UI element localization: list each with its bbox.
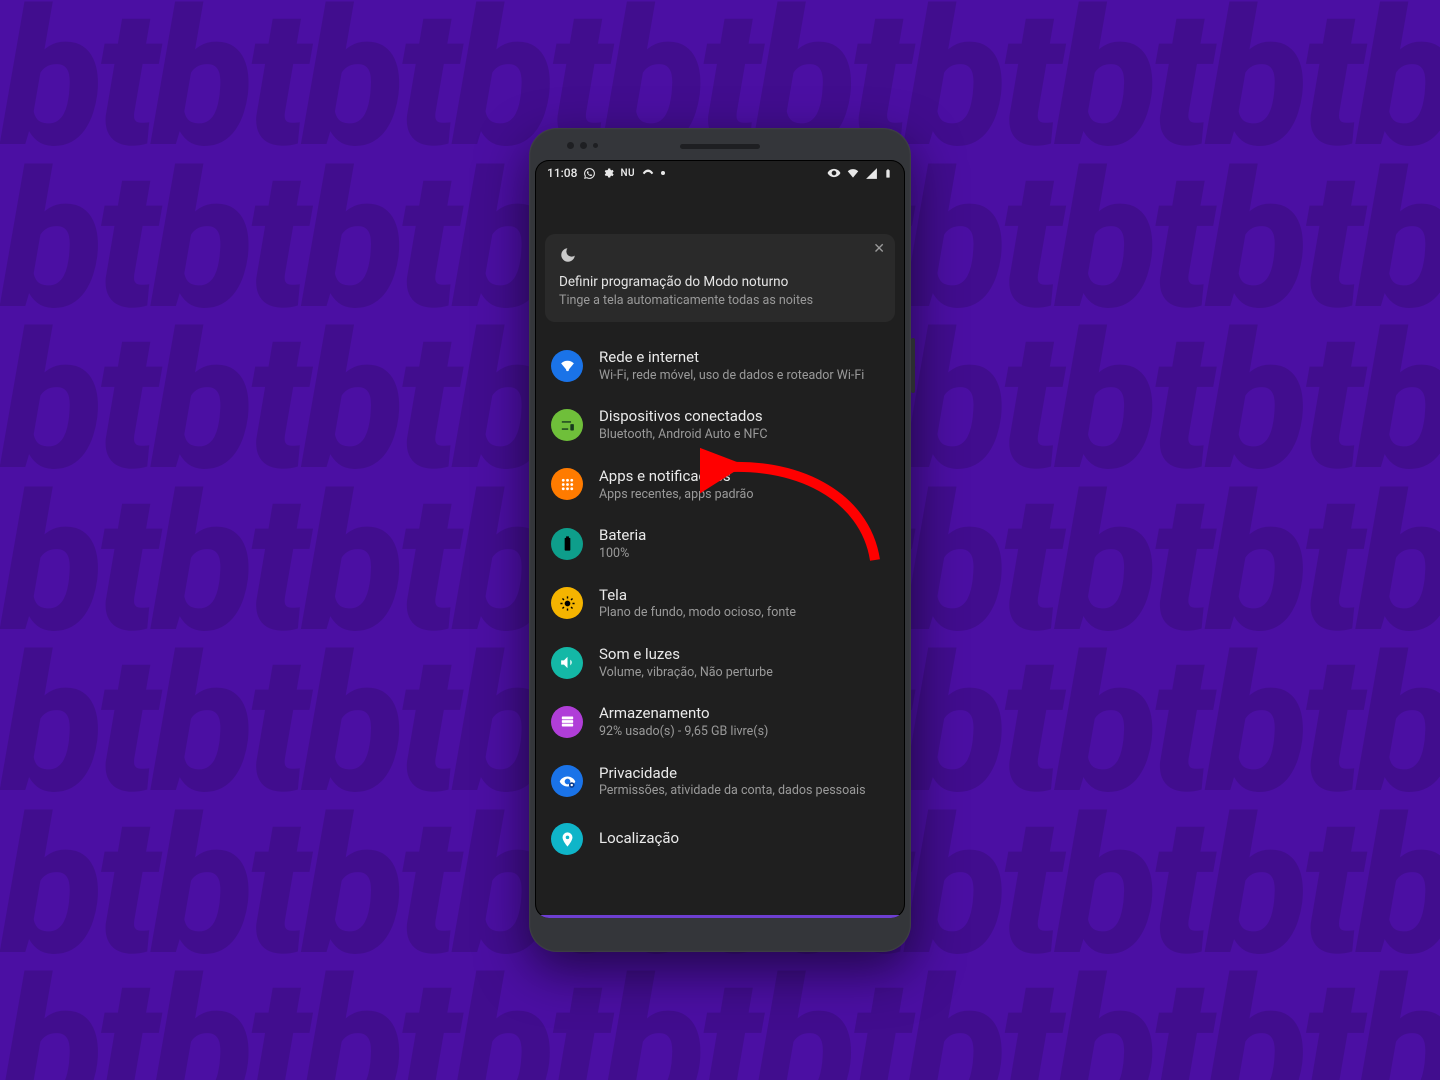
- item-apps[interactable]: Apps e notificações Apps recentes, apps …: [535, 455, 905, 514]
- item-subtitle: Wi-Fi, rede móvel, uso de dados e rotead…: [599, 368, 864, 384]
- item-title: Bateria: [599, 526, 646, 545]
- night-mode-subtitle: Tinge a tela automaticamente todas as no…: [559, 293, 881, 308]
- item-title: Localização: [599, 829, 679, 848]
- item-title: Privacidade: [599, 764, 866, 783]
- item-title: Apps e notificações: [599, 467, 753, 486]
- item-storage[interactable]: Armazenamento 92% usado(s) - 9,65 GB liv…: [535, 692, 905, 751]
- battery-icon: [883, 166, 893, 181]
- status-bar: 11:08 NU: [535, 160, 905, 186]
- item-network[interactable]: Rede e internet Wi-Fi, rede móvel, uso d…: [535, 336, 905, 395]
- item-title: Armazenamento: [599, 704, 768, 723]
- eye-icon: [827, 166, 841, 180]
- item-subtitle: Volume, vibração, Não perturbe: [599, 665, 773, 681]
- battery-round-icon: [551, 528, 583, 560]
- item-subtitle: Apps recentes, apps padrão: [599, 487, 753, 503]
- item-title: Rede e internet: [599, 348, 864, 367]
- item-title: Dispositivos conectados: [599, 407, 768, 426]
- apps-icon: [551, 468, 583, 500]
- whatsapp-icon: [583, 167, 596, 180]
- wifi-icon: [846, 166, 860, 180]
- phone-screen: 11:08 NU ✕ Definir p: [535, 160, 905, 918]
- item-location[interactable]: Localização: [535, 811, 905, 859]
- item-subtitle: 100%: [599, 546, 646, 562]
- nav-bar-accent: [535, 915, 905, 918]
- location-icon: [551, 823, 583, 855]
- item-display[interactable]: Tela Plano de fundo, modo ocioso, fonte: [535, 574, 905, 633]
- signal-icon: [865, 167, 878, 180]
- item-devices[interactable]: Dispositivos conectados Bluetooth, Andro…: [535, 395, 905, 454]
- storage-icon: [551, 706, 583, 738]
- item-subtitle: 92% usado(s) - 9,65 GB livre(s): [599, 724, 768, 740]
- devices-icon: [551, 409, 583, 441]
- sound-icon: [551, 647, 583, 679]
- nu-indicator: NU: [620, 168, 635, 179]
- item-privacy[interactable]: Privacidade Permissões, atividade da con…: [535, 752, 905, 811]
- settings-small-icon: [602, 167, 614, 179]
- carrier-icon: [641, 166, 655, 180]
- close-icon[interactable]: ✕: [873, 242, 885, 256]
- item-sound[interactable]: Som e luzes Volume, vibração, Não pertur…: [535, 633, 905, 692]
- moon-icon: [559, 246, 577, 264]
- brightness-icon: [551, 587, 583, 619]
- item-subtitle: Bluetooth, Android Auto e NFC: [599, 427, 768, 443]
- wifi-round-icon: [551, 350, 583, 382]
- privacy-icon: [551, 765, 583, 797]
- dot-icon: [661, 171, 665, 175]
- item-subtitle: Plano de fundo, modo ocioso, fonte: [599, 605, 796, 621]
- night-mode-title: Definir programação do Modo noturno: [559, 274, 881, 290]
- item-title: Tela: [599, 586, 796, 605]
- search-area: [535, 186, 905, 226]
- night-mode-card[interactable]: ✕ Definir programação do Modo noturno Ti…: [545, 234, 895, 322]
- settings-list: Rede e internet Wi-Fi, rede móvel, uso d…: [535, 332, 905, 863]
- item-title: Som e luzes: [599, 645, 773, 664]
- phone-frame: 11:08 NU ✕ Definir p: [529, 128, 911, 952]
- item-battery[interactable]: Bateria 100%: [535, 514, 905, 573]
- status-time: 11:08: [547, 166, 577, 180]
- item-subtitle: Permissões, atividade da conta, dados pe…: [599, 783, 866, 799]
